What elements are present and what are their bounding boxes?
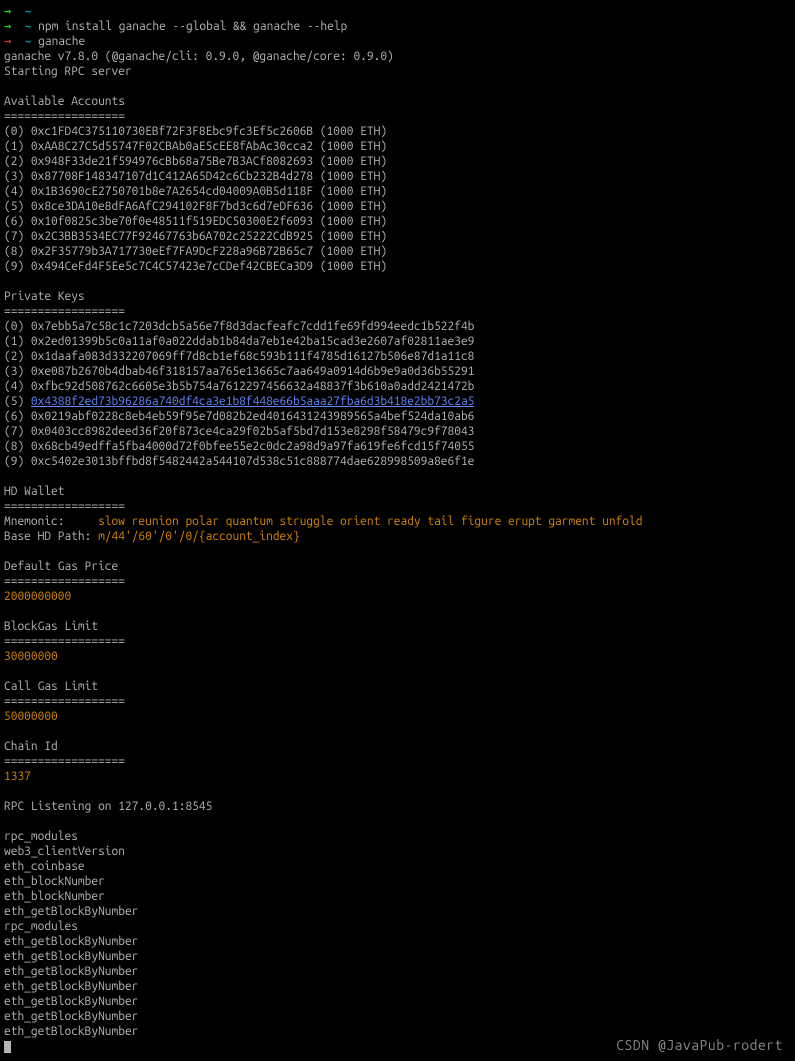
- terminal-line: eth_getBlockByNumber: [4, 994, 791, 1009]
- terminal-line: eth_getBlockByNumber: [4, 934, 791, 949]
- terminal-line: → ~ ganache: [4, 34, 791, 49]
- terminal-line: Mnemonic: slow reunion polar quantum str…: [4, 514, 791, 529]
- terminal-line: ==================: [4, 634, 791, 649]
- terminal-line: Private Keys: [4, 289, 791, 304]
- terminal-line: (3) 0xe087b2670b4dbab46f318157aa765e1366…: [4, 364, 791, 379]
- terminal-line: (3) 0x87708F148347107d1C412A65D42c6Cb232…: [4, 169, 791, 184]
- terminal-line: eth_getBlockByNumber: [4, 979, 791, 994]
- terminal-line: (0) 0x7ebb5a7c58c1c7203dcb5a56e7f8d3dacf…: [4, 319, 791, 334]
- terminal-line: Call Gas Limit: [4, 679, 791, 694]
- terminal-line: BlockGas Limit: [4, 619, 791, 634]
- terminal-line: (0) 0xc1FD4C375110730EBf72F3F8Ebc9fc3Ef5…: [4, 124, 791, 139]
- terminal-line: (2) 0x1daafa083d332207069ff7d8cb1ef68c59…: [4, 349, 791, 364]
- terminal-line: (4) 0x1B3690cE2750701b8e7A2654cd04009A0B…: [4, 184, 791, 199]
- terminal-line: 2000000000: [4, 589, 791, 604]
- cursor-icon: [4, 1041, 11, 1053]
- terminal-line: 30000000: [4, 649, 791, 664]
- terminal-line: eth_getBlockByNumber: [4, 964, 791, 979]
- terminal-line: [4, 79, 791, 94]
- terminal-line: (5) 0x8ce3DA10e8dFA6AfC294102F8F7bd3c6d7…: [4, 199, 791, 214]
- terminal-line: (9) 0x494CeFd4F5Ee5c7C4C57423e7cCDef42CB…: [4, 259, 791, 274]
- terminal-line: (7) 0x2C3BB3534EC77F92467763b6A702c25222…: [4, 229, 791, 244]
- section-value: 1337: [4, 770, 31, 783]
- terminal-line: web3_clientVersion: [4, 844, 791, 859]
- terminal-line: ==================: [4, 574, 791, 589]
- prompt-tilde: ~: [25, 5, 32, 18]
- terminal-line: eth_blockNumber: [4, 889, 791, 904]
- terminal-line: rpc_modules: [4, 829, 791, 844]
- private-key-link[interactable]: 0x4388f2ed73b96286a740df4ca3e1b8f448e66b…: [31, 395, 475, 408]
- terminal-line: (9) 0xc5402e3013bffbd8f5482442a544107d53…: [4, 454, 791, 469]
- terminal-line: [4, 814, 791, 829]
- terminal-output[interactable]: → ~→ ~ npm install ganache --global && g…: [4, 4, 791, 1054]
- terminal-line: eth_coinbase: [4, 859, 791, 874]
- watermark: CSDN @JavaPub-rodert: [616, 1038, 783, 1053]
- terminal-line: (6) 0x0219abf0228c8eb4eb59f95e7d082b2ed4…: [4, 409, 791, 424]
- mnemonic-value: slow reunion polar quantum struggle orie…: [98, 515, 642, 528]
- terminal-line: (2) 0x948F33de21f594976cBb68a75Be7B3ACf8…: [4, 154, 791, 169]
- section-value: 2000000000: [4, 590, 71, 603]
- terminal-line: (7) 0x0403cc8982deed36f20f873ce4ca29f02b…: [4, 424, 791, 439]
- terminal-line: Chain Id: [4, 739, 791, 754]
- terminal-line: RPC Listening on 127.0.0.1:8545: [4, 799, 791, 814]
- section-value: 30000000: [4, 650, 58, 663]
- terminal-line: ganache v7.8.0 (@ganache/cli: 0.9.0, @ga…: [4, 49, 791, 64]
- terminal-line: (1) 0x2ed01399b5c0a11af0a022ddab1b84da7e…: [4, 334, 791, 349]
- terminal-line: ==================: [4, 109, 791, 124]
- terminal-line: 50000000: [4, 709, 791, 724]
- terminal-line: [4, 274, 791, 289]
- terminal-line: eth_getBlockByNumber: [4, 949, 791, 964]
- terminal-line: eth_getBlockByNumber: [4, 904, 791, 919]
- terminal-line: Default Gas Price: [4, 559, 791, 574]
- terminal-line: rpc_modules: [4, 919, 791, 934]
- prompt-arrow: →: [4, 20, 11, 33]
- terminal-line: Base HD Path: m/44'/60'/0'/0/{account_in…: [4, 529, 791, 544]
- section-value: 50000000: [4, 710, 58, 723]
- terminal-line: [4, 469, 791, 484]
- terminal-line: [4, 724, 791, 739]
- base-path-value: m/44'/60'/0'/0/{account_index}: [98, 530, 300, 543]
- terminal-line: Starting RPC server: [4, 64, 791, 79]
- terminal-line: ==================: [4, 304, 791, 319]
- terminal-line: (5) 0x4388f2ed73b96286a740df4ca3e1b8f448…: [4, 394, 791, 409]
- terminal-line: 1337: [4, 769, 791, 784]
- terminal-line: (1) 0xAA8C27C5d55747F02CBAb0aE5cEE8fAbAc…: [4, 139, 791, 154]
- terminal-line: ==================: [4, 754, 791, 769]
- terminal-line: → ~: [4, 4, 791, 19]
- terminal-line: (8) 0x2F35779b3A717730eEf7FA9DcF228a96B7…: [4, 244, 791, 259]
- terminal-line: (8) 0x68cb49edffa5fba4000d72f0bfee55e2c0…: [4, 439, 791, 454]
- terminal-line: eth_blockNumber: [4, 874, 791, 889]
- terminal-line: ==================: [4, 499, 791, 514]
- terminal-line: HD Wallet: [4, 484, 791, 499]
- terminal-line: Available Accounts: [4, 94, 791, 109]
- prompt-tilde: ~: [25, 35, 32, 48]
- terminal-line: [4, 544, 791, 559]
- terminal-line: ==================: [4, 694, 791, 709]
- prompt-arrow: →: [4, 5, 11, 18]
- terminal-line: [4, 664, 791, 679]
- terminal-line: [4, 784, 791, 799]
- terminal-line: [4, 604, 791, 619]
- prompt-tilde: ~: [25, 20, 32, 33]
- terminal-line: eth_getBlockByNumber: [4, 1009, 791, 1024]
- terminal-line: (4) 0xfbc92d508762c6605e3b5b754a76122974…: [4, 379, 791, 394]
- terminal-line: (6) 0x10f0825c3be70f0e48511f519EDC50300E…: [4, 214, 791, 229]
- terminal-line: → ~ npm install ganache --global && gana…: [4, 19, 791, 34]
- prompt-arrow: →: [4, 35, 11, 48]
